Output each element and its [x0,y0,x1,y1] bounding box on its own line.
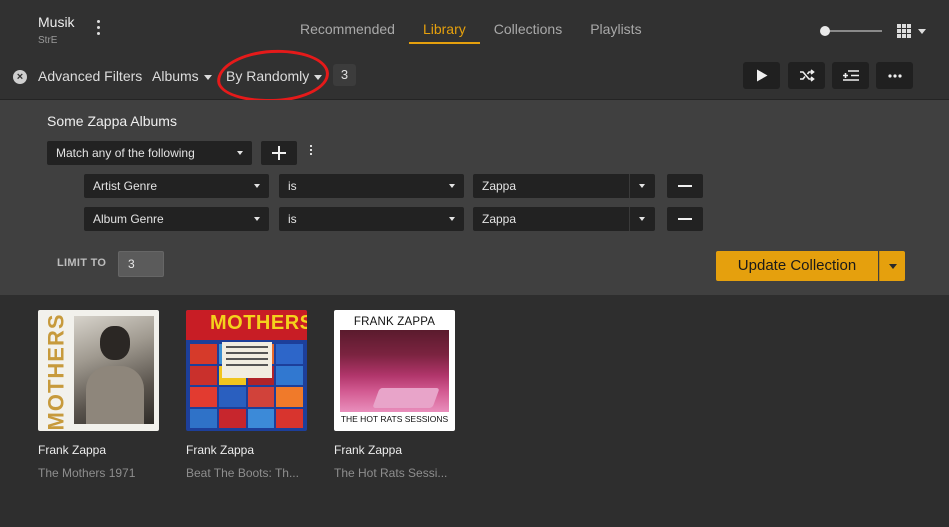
album-cover[interactable]: FRANK ZAPPA THE HOT RATS SESSIONS [334,310,455,431]
cover-footer-text: THE HOT RATS SESSIONS [340,414,449,424]
item-count-badge: 3 [333,64,356,86]
album-grid: MOTHERS Frank Zappa The Mothers 1971 MOT… [0,295,949,527]
chevron-down-icon [639,217,645,221]
type-dropdown[interactable]: Albums [152,68,212,84]
advanced-filters-label[interactable]: Advanced Filters [38,68,142,84]
match-mode-select[interactable]: Match any of the following [47,141,252,165]
more-icon [887,73,902,78]
rule-1-operator: is [288,179,297,193]
limit-input[interactable]: 3 [118,251,164,277]
rule-1-value-field[interactable]: Zappa [473,174,655,198]
slider-track [824,30,882,32]
top-bar: Musik StrE Recommended Library Collectio… [0,0,949,56]
update-collection-button[interactable]: Update Collection [716,251,878,281]
update-options-button[interactable] [879,251,905,281]
add-to-queue-icon [842,70,859,81]
rule-2-value: Zappa [482,212,517,226]
rule-1-remove-button[interactable] [667,174,703,198]
tab-library[interactable]: Library [408,0,480,44]
match-mode-value: Match any of the following [56,146,195,160]
chevron-down-icon [449,217,455,221]
chevron-down-icon [203,74,212,80]
tab-recommended[interactable]: Recommended [286,0,409,44]
chevron-down-icon [889,264,897,269]
album-card[interactable]: MOTHERS Frank Zappa Beat The Boots: Th..… [186,310,307,480]
chevron-down-icon [314,74,323,80]
chevron-down-icon [254,217,260,221]
album-title[interactable]: The Hot Rats Sessi... [334,466,455,480]
rule-2-operator-select[interactable]: is [279,207,464,231]
shuffle-icon [799,69,815,82]
shuffle-button[interactable] [788,62,825,89]
tab-playlists[interactable]: Playlists [576,0,655,44]
album-cover[interactable]: MOTHERS [38,310,159,431]
play-button[interactable] [743,62,780,89]
album-title[interactable]: The Mothers 1971 [38,466,159,480]
chevron-down-icon [254,184,260,188]
play-icon [756,69,767,82]
rule-1-field: Artist Genre [93,179,158,193]
rule-2-operator: is [288,212,297,226]
cover-text: MOTHERS [210,312,307,334]
type-dropdown-label: Albums [152,68,199,84]
rule-2-value-dropdown-button[interactable] [629,207,655,231]
rule-2-remove-button[interactable] [667,207,703,231]
server-name: StrE [38,35,58,46]
album-cover[interactable]: MOTHERS [186,310,307,431]
tab-collections[interactable]: Collections [480,0,576,44]
minus-icon [678,185,692,187]
collection-title: Some Zappa Albums [47,113,177,129]
rule-2-value-field[interactable]: Zappa [473,207,655,231]
rule-1-operator-select[interactable]: is [279,174,464,198]
rule-1-value: Zappa [482,179,517,193]
album-card[interactable]: MOTHERS Frank Zappa The Mothers 1971 [38,310,159,480]
slider-knob[interactable] [820,26,830,36]
main-tabs: Recommended Library Collections Playlist… [286,0,656,44]
rule-1-value-dropdown-button[interactable] [629,174,655,198]
app-menu-icon[interactable] [92,20,104,38]
close-filters-icon[interactable]: × [13,70,27,84]
rule-group-menu-icon[interactable] [308,145,314,159]
album-card[interactable]: FRANK ZAPPA THE HOT RATS SESSIONS Frank … [334,310,455,480]
album-title[interactable]: Beat The Boots: Th... [186,466,307,480]
chevron-down-icon [449,184,455,188]
add-rule-button[interactable] [261,141,297,165]
grid-view-icon[interactable] [897,24,911,38]
poster-size-slider[interactable] [820,24,882,38]
limit-label: LIMIT TO [57,257,107,269]
sort-dropdown[interactable]: By Randomly [226,68,323,84]
rule-1-field-select[interactable]: Artist Genre [84,174,269,198]
minus-icon [678,218,692,220]
app-name: Musik [38,14,75,30]
album-artist[interactable]: Frank Zappa [38,443,159,457]
more-button[interactable] [876,62,913,89]
cover-header-text: FRANK ZAPPA [353,316,436,328]
rule-2-field: Album Genre [93,212,164,226]
sort-dropdown-label: By Randomly [226,68,310,84]
cover-text: MOTHERS [43,313,68,431]
album-artist[interactable]: Frank Zappa [186,443,307,457]
view-options-chevron-down-icon[interactable] [918,29,926,34]
add-to-queue-button[interactable] [832,62,869,89]
chevron-down-icon [237,151,243,155]
album-artist[interactable]: Frank Zappa [334,443,455,457]
chevron-down-icon [639,184,645,188]
rule-2-field-select[interactable]: Album Genre [84,207,269,231]
collection-filter-panel: Some Zappa Albums Match any of the follo… [0,100,949,295]
